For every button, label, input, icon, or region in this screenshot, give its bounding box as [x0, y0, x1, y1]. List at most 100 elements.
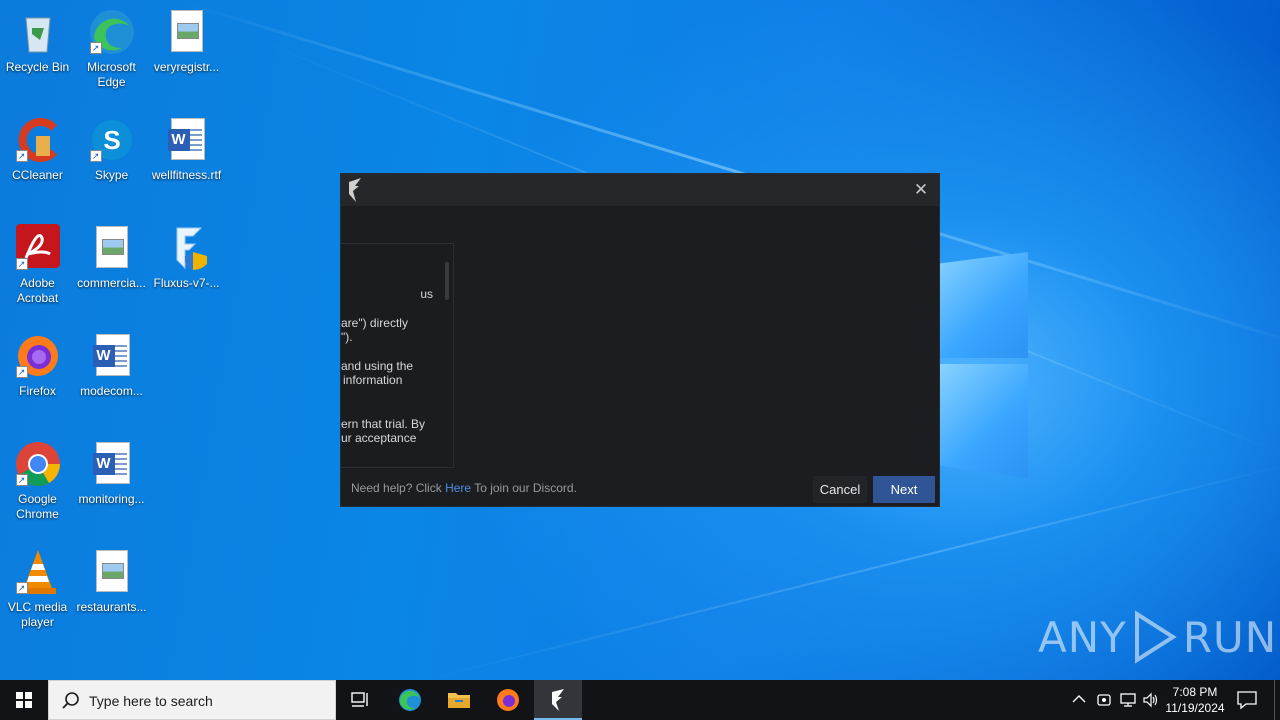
next-button[interactable]: Next	[873, 476, 935, 503]
taskbar-firefox[interactable]	[484, 680, 532, 720]
shortcut-arrow-icon: ↗	[15, 582, 28, 594]
word-document-icon: W	[88, 332, 136, 380]
help-text: Need help? Click Here To join our Discor…	[351, 481, 577, 495]
chevron-up-icon	[1072, 695, 1086, 703]
show-desktop-button[interactable]	[1274, 680, 1280, 720]
desktop-icon-vlc[interactable]: ↗ VLC media player	[0, 548, 75, 630]
close-icon[interactable]: ✕	[911, 180, 931, 200]
license-text-line: and using the	[341, 359, 414, 373]
dialog-titlebar[interactable]: ✕	[341, 174, 939, 206]
fluxus-logo-icon	[552, 689, 564, 711]
clock-date: 11/19/2024	[1165, 701, 1225, 715]
installer-dialog: ✕ us are") directly "). and using the in…	[340, 173, 940, 507]
image-file-icon	[163, 8, 211, 56]
license-text-line: information	[343, 373, 403, 387]
icon-label: Fluxus-v7-...	[153, 276, 220, 290]
shortcut-arrow-icon: ↗	[89, 150, 102, 162]
edge-icon	[399, 689, 421, 711]
icon-label: veryregistr...	[153, 60, 220, 74]
license-text-line: ern that trial. By	[341, 417, 426, 431]
speaker-icon	[1143, 692, 1158, 708]
desktop-icon-veryregistr[interactable]: veryregistr...	[149, 8, 224, 75]
license-text-line: ").	[341, 330, 353, 344]
play-logo-icon	[1134, 610, 1177, 664]
notification-icon[interactable]	[1236, 690, 1258, 710]
windows-logo-icon	[16, 692, 32, 708]
desktop-icon-restaurants[interactable]: restaurants...	[74, 548, 149, 615]
fluxus-icon	[163, 224, 211, 272]
desktop-icon-microsoft-edge[interactable]: ↗ Microsoft Edge	[74, 8, 149, 90]
icon-label: Microsoft Edge	[87, 60, 136, 89]
shortcut-arrow-icon: ↗	[15, 150, 28, 162]
word-document-icon: W	[163, 116, 211, 164]
windows-wallpaper-logo	[930, 240, 1040, 480]
shortcut-arrow-icon: ↗	[89, 42, 102, 54]
desktop-icon-skype[interactable]: S ↗ Skype	[74, 116, 149, 183]
icon-label: Recycle Bin	[5, 60, 70, 74]
skype-icon: S ↗	[88, 116, 136, 164]
network-button[interactable]	[1116, 680, 1138, 720]
taskbar-file-explorer[interactable]	[435, 680, 483, 720]
cancel-button[interactable]: Cancel	[813, 476, 867, 503]
show-hidden-icons-button[interactable]	[1068, 680, 1090, 720]
edge-icon: ↗	[88, 8, 136, 56]
icon-label: restaurants...	[76, 600, 147, 614]
license-text-line: us	[420, 287, 433, 301]
shortcut-arrow-icon: ↗	[15, 366, 28, 378]
adobe-acrobat-icon: ↗	[14, 224, 62, 272]
desktop-icon-firefox[interactable]: ↗ Firefox	[0, 332, 75, 399]
license-text-line: ur acceptance	[341, 431, 417, 445]
icon-label: Adobe Acrobat	[16, 276, 59, 305]
search-placeholder: Type here to search	[89, 693, 213, 709]
taskbar-fluxus[interactable]	[534, 680, 582, 720]
chrome-icon: ↗	[14, 440, 62, 488]
network-icon	[1120, 693, 1136, 707]
firefox-icon: ↗	[14, 332, 62, 380]
taskbar-search-box[interactable]: Type here to search	[48, 680, 336, 720]
volume-button[interactable]	[1140, 680, 1162, 720]
ccleaner-icon: ↗	[14, 116, 62, 164]
desktop-icon-recycle-bin[interactable]: Recycle Bin	[0, 8, 75, 75]
shortcut-arrow-icon: ↗	[15, 258, 28, 270]
tray-app-icon	[1097, 694, 1111, 706]
anyrun-watermark: ANY RUN	[1038, 610, 1277, 664]
vlc-cone-icon: ↗	[14, 548, 62, 596]
desktop-icon-modecom[interactable]: W modecom...	[74, 332, 149, 399]
task-view-button[interactable]	[336, 680, 384, 720]
desktop-icon-adobe-acrobat[interactable]: ↗ Adobe Acrobat	[0, 224, 75, 306]
task-view-icon	[351, 692, 368, 707]
license-text-line: are") directly	[341, 316, 408, 330]
folder-icon	[448, 693, 470, 708]
icon-label: modecom...	[80, 384, 143, 398]
icon-label: VLC media player	[7, 600, 68, 629]
icon-label: Firefox	[19, 384, 56, 398]
desktop-icon-wellfitness[interactable]: W wellfitness.rtf	[149, 116, 224, 183]
shortcut-arrow-icon: ↗	[15, 474, 28, 486]
scrollbar-thumb[interactable]	[445, 262, 449, 300]
clock[interactable]: 7:08 PM 11/19/2024	[1160, 684, 1230, 716]
start-button[interactable]	[0, 680, 48, 720]
clock-time: 7:08 PM	[1172, 685, 1218, 699]
recycle-bin-icon	[14, 8, 62, 56]
taskbar: Type here to search 7:08 PM 11/19/2024	[0, 680, 1280, 720]
firefox-icon	[497, 689, 519, 711]
desktop-icon-monitoring[interactable]: W monitoring...	[74, 440, 149, 507]
desktop-icon-google-chrome[interactable]: ↗ Google Chrome	[0, 440, 75, 522]
taskbar-edge[interactable]	[386, 680, 434, 720]
discord-link[interactable]: Here	[445, 481, 471, 495]
svg-text:S: S	[103, 125, 120, 155]
image-file-icon	[88, 224, 136, 272]
icon-label: monitoring...	[78, 492, 145, 506]
icon-label: commercia...	[77, 276, 146, 290]
icon-label: CCleaner	[12, 168, 63, 182]
icon-label: Skype	[94, 168, 129, 182]
license-text-panel[interactable]: us are") directly "). and using the info…	[341, 243, 454, 468]
desktop-icon-ccleaner[interactable]: ↗ CCleaner	[0, 116, 75, 183]
search-icon	[62, 692, 79, 709]
image-file-icon	[88, 548, 136, 596]
icon-label: wellfitness.rtf	[151, 168, 222, 182]
desktop-icon-commercia[interactable]: commercia...	[74, 224, 149, 291]
desktop-icon-fluxus[interactable]: Fluxus-v7-...	[149, 224, 224, 291]
tray-app-button[interactable]	[1093, 680, 1113, 720]
word-document-icon: W	[88, 440, 136, 488]
